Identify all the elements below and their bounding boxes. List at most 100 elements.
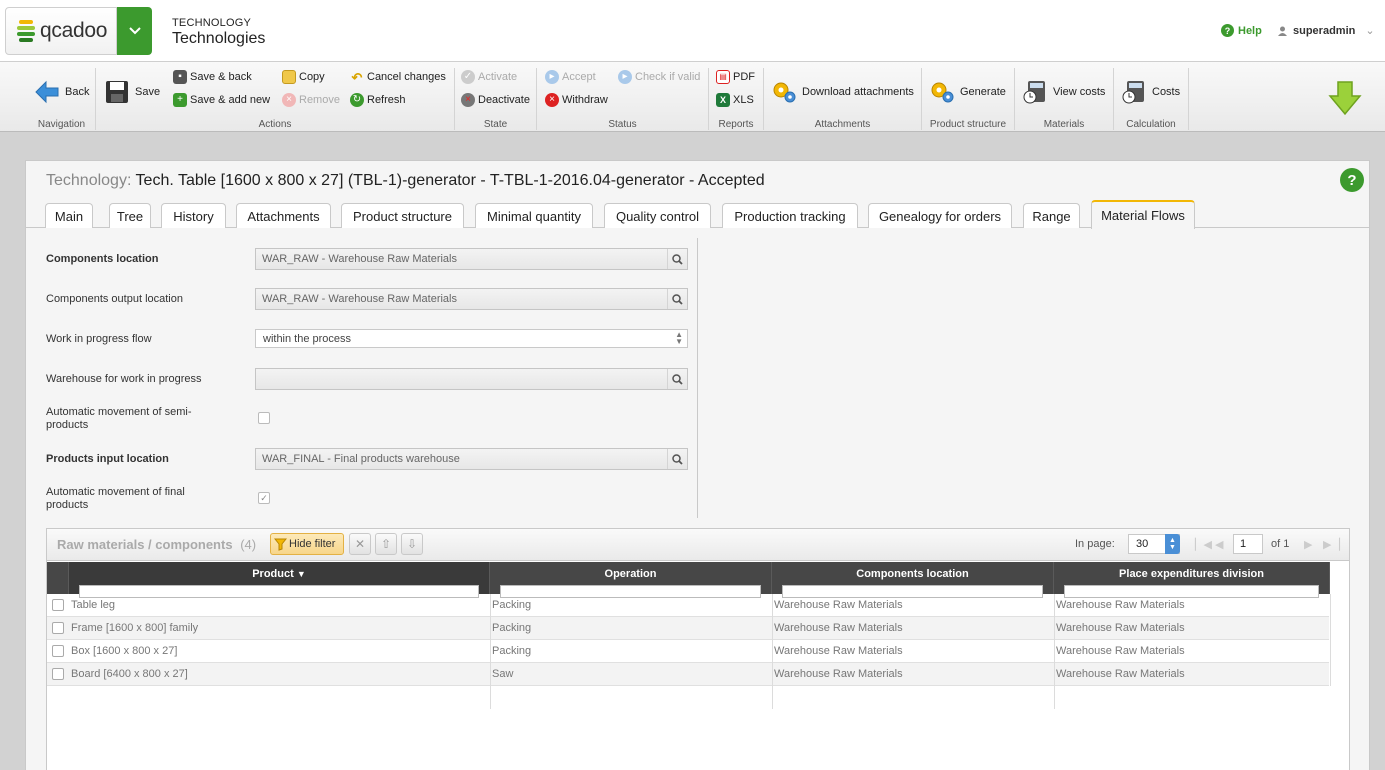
ribbon-group-label: Reports [718, 119, 754, 130]
copy-icon [282, 70, 296, 84]
search-icon[interactable] [667, 249, 687, 269]
ribbon-group-attachments: Download attachments Attachments [764, 68, 922, 130]
save-add-new-button[interactable]: + Save & add new [173, 93, 270, 107]
pdf-report-button[interactable]: ▤ PDF [716, 70, 755, 84]
check-if-valid-button[interactable]: ▸ Check if valid [618, 70, 700, 84]
grid-title: Raw materials / components (4) [57, 537, 257, 552]
raw-materials-grid: Raw materials / components (4) Hide filt… [46, 528, 1350, 770]
column-components-location[interactable]: Components location [772, 562, 1054, 598]
search-icon[interactable] [667, 449, 687, 469]
tab-product-structure[interactable]: Product structure [341, 203, 464, 228]
previous-page-icon[interactable]: ◀ [1215, 538, 1223, 551]
tab-bar: Main Tree History Attachments Product st… [26, 200, 1369, 229]
filter-icon [274, 538, 287, 551]
undo-icon: ↶ [351, 69, 363, 85]
user-menu[interactable]: superadmin ⌄ [1278, 24, 1375, 37]
cancel-changes-button[interactable]: ↶ Cancel changes [350, 70, 446, 84]
form-valid-icon[interactable]: ? [1340, 168, 1364, 192]
components-output-location-field[interactable]: WAR_RAW - Warehouse Raw Materials [255, 288, 688, 310]
scroll-down-arrow-icon[interactable] [1328, 80, 1362, 116]
scrollbar-gutter [1330, 562, 1349, 594]
row-checkbox[interactable] [52, 599, 64, 611]
wip-warehouse-field[interactable] [255, 368, 688, 390]
page-number-input[interactable]: 1 [1233, 534, 1263, 554]
copy-button[interactable]: Copy [282, 70, 325, 84]
next-page-icon[interactable]: ▶ [1304, 538, 1312, 551]
search-icon[interactable] [667, 289, 687, 309]
refresh-button[interactable]: ↻ Refresh [350, 93, 406, 107]
components-location-label: Components location [46, 253, 159, 265]
column-divider [772, 594, 773, 709]
products-input-location-field[interactable]: WAR_FINAL - Final products warehouse [255, 448, 688, 470]
move-down-button[interactable]: ⇩ [401, 533, 423, 555]
column-product[interactable]: Product ▼ [69, 562, 490, 598]
select-all-column [47, 562, 69, 594]
main-menu-button[interactable] [117, 7, 152, 55]
move-up-button[interactable]: ⇧ [375, 533, 397, 555]
page-size-select[interactable]: 30 ▲ ▼ [1128, 534, 1180, 554]
tab-history[interactable]: History [161, 203, 226, 228]
grid-column-header: Product ▼ Operation Components location … [47, 562, 1349, 598]
save-back-button[interactable]: ▪ Save & back [173, 70, 252, 84]
tab-genealogy-for-orders[interactable]: Genealogy for orders [868, 203, 1012, 228]
hide-filter-button[interactable]: Hide filter [270, 533, 344, 555]
breadcrumb-category: TECHNOLOGY [172, 17, 252, 29]
breadcrumb-page: Technologies [172, 30, 266, 47]
breadcrumb: TECHNOLOGY Technologies [172, 17, 265, 48]
qcadoo-logo[interactable]: qcadoo [5, 7, 117, 55]
tab-main[interactable]: Main [45, 203, 93, 228]
table-row[interactable]: Box [1600 x 800 x 27] Packing Warehouse … [47, 640, 1329, 663]
row-checkbox[interactable] [52, 668, 64, 680]
components-location-field[interactable]: WAR_RAW - Warehouse Raw Materials [255, 248, 688, 270]
save-button[interactable]: Save [104, 79, 160, 105]
auto-final-products-checkbox[interactable]: ✓ [258, 492, 270, 504]
delete-row-button[interactable]: ✕ [349, 533, 371, 555]
last-page-icon[interactable]: ▶▕ [1323, 538, 1340, 551]
technology-form-panel: Technology: Tech. Table [1600 x 800 x 27… [25, 160, 1370, 770]
page-title-label: Technology: [46, 172, 132, 189]
ribbon-group-label: Product structure [929, 119, 1007, 130]
refresh-icon: ↻ [350, 93, 364, 107]
column-divider [490, 594, 491, 709]
column-divider [1330, 594, 1331, 686]
tab-tree[interactable]: Tree [109, 203, 151, 228]
table-row[interactable]: Frame [1600 x 800] family Packing Wareho… [47, 617, 1329, 640]
auto-semi-products-checkbox[interactable] [258, 412, 270, 424]
tab-attachments[interactable]: Attachments [236, 203, 331, 228]
accept-button[interactable]: ▸ Accept [545, 70, 596, 84]
wip-flow-select[interactable]: within the process ▲ ▼ [255, 329, 688, 348]
tab-range[interactable]: Range [1023, 203, 1080, 228]
sort-desc-icon: ▼ [296, 569, 306, 579]
back-button[interactable]: Back [34, 79, 89, 105]
download-attachments-button[interactable]: Download attachments [771, 79, 914, 105]
search-icon[interactable] [667, 369, 687, 389]
column-divider [1054, 594, 1055, 709]
help-link[interactable]: ? Help [1221, 24, 1262, 37]
chevron-down-icon: ⌄ [1365, 25, 1375, 37]
tab-material-flows[interactable]: Material Flows [1091, 200, 1195, 229]
view-costs-button[interactable]: View costs [1022, 79, 1105, 105]
tab-quality-control[interactable]: Quality control [604, 203, 711, 228]
row-checkbox[interactable] [52, 622, 64, 634]
generate-button[interactable]: Generate [929, 79, 1006, 105]
tab-minimal-quantity[interactable]: Minimal quantity [475, 203, 593, 228]
costs-button[interactable]: Costs [1121, 79, 1180, 105]
deactivate-button[interactable]: × Deactivate [461, 93, 530, 107]
activate-button[interactable]: ✓ Activate [461, 70, 517, 84]
first-page-icon[interactable]: ▏◀ [1195, 538, 1212, 551]
table-row[interactable]: Table leg Packing Warehouse Raw Material… [47, 594, 1329, 617]
row-checkbox[interactable] [52, 645, 64, 657]
ribbon-group-label: Calculation [1126, 119, 1176, 130]
remove-button[interactable]: × Remove [282, 93, 340, 107]
calculator-clock-icon [1023, 81, 1045, 104]
column-place-expenditures-division[interactable]: Place expenditures division [1054, 562, 1330, 598]
logo-mark-icon [16, 19, 36, 43]
withdraw-icon: × [545, 93, 559, 107]
withdraw-button[interactable]: × Withdraw [545, 93, 608, 107]
page-title: Technology: Tech. Table [1600 x 800 x 27… [46, 172, 765, 190]
table-row[interactable]: Board [6400 x 800 x 27] Saw Warehouse Ra… [47, 663, 1329, 686]
tab-production-tracking[interactable]: Production tracking [722, 203, 858, 228]
column-operation[interactable]: Operation [490, 562, 772, 598]
auto-semi-products-label: Automatic movement of semi-products [46, 406, 192, 431]
xls-report-button[interactable]: X XLS [716, 93, 754, 107]
